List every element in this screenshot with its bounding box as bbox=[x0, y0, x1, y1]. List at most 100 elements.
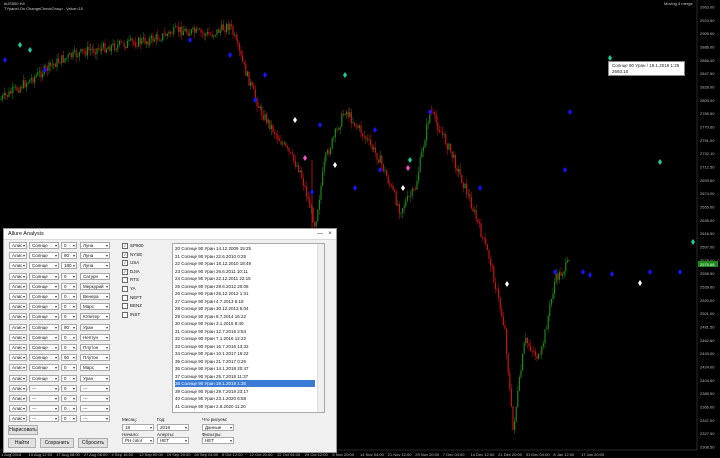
list-item[interactable]: 35 Солнце 90 Уран 21.7.2017 0:26 bbox=[175, 358, 315, 365]
filters-select[interactable]: НЕТ ▾ bbox=[202, 437, 234, 444]
angle-select[interactable]: 0 ▾ bbox=[61, 384, 77, 392]
checkbox-checked-icon[interactable]: ✓ bbox=[122, 251, 128, 258]
planet-b-select[interactable]: --- ▾ bbox=[80, 395, 110, 402]
planet-a-select[interactable]: Солнце ▾ bbox=[29, 344, 59, 351]
list-item[interactable]: 34 Солнце 90 Уран 10.1.2017 16:22 bbox=[175, 350, 315, 357]
aspect-type-select[interactable]: Алис ▾ bbox=[9, 282, 27, 290]
aspect-type-select[interactable]: Алис ▾ bbox=[9, 293, 27, 300]
list-item[interactable]: 21 Солнце 90 Уран 22.6.2010 0:25 bbox=[175, 253, 315, 260]
checkbox-empty-icon[interactable] bbox=[122, 294, 128, 301]
list-item[interactable]: 40 Солнце 90 Уран 23.1.2020 6:58 bbox=[175, 395, 315, 402]
angle-select[interactable]: 0 ▾ bbox=[61, 415, 77, 423]
planet-b-select[interactable]: --- ▾ bbox=[80, 415, 110, 423]
list-item-selected[interactable]: 38 Солнце 90 Уран 19.1.2019 1:35 bbox=[175, 380, 315, 387]
list-item[interactable]: 31 Солнце 90 Уран 12.7.2015 2:54 bbox=[175, 328, 315, 335]
planet-a-select[interactable]: Солнце ▾ bbox=[29, 262, 59, 270]
dialog-titlebar[interactable]: Allure Analysis — × bbox=[4, 229, 336, 240]
index-checkbox[interactable]: ✓ DJIA bbox=[122, 268, 140, 275]
index-checkbox[interactable]: ✓ SP500 bbox=[122, 243, 144, 249]
aspect-type-select[interactable]: Алис ▾ bbox=[9, 364, 27, 372]
save-button[interactable]: Сохранить bbox=[40, 438, 74, 448]
planet-b-select[interactable]: Плутон ▾ bbox=[80, 344, 110, 351]
aspect-type-select[interactable]: Алис ▾ bbox=[9, 252, 27, 260]
close-button[interactable]: × bbox=[326, 230, 334, 238]
angle-select[interactable]: 0 ▾ bbox=[61, 395, 77, 402]
aspect-type-select[interactable]: Алис ▾ bbox=[9, 333, 27, 341]
aspect-type-select[interactable]: Алис ▾ bbox=[9, 374, 27, 382]
list-item[interactable]: 23 Солнце 90 Уран 26.6.2011 10:11 bbox=[175, 268, 315, 275]
aspect-type-select[interactable]: Алис ▾ bbox=[9, 313, 27, 321]
list-item[interactable]: 22 Солнце 90 Уран 18.12.2010 18:49 bbox=[175, 260, 315, 267]
checkbox-empty-icon[interactable] bbox=[122, 303, 128, 310]
planet-b-select[interactable]: Меркурий ▾ bbox=[80, 282, 110, 290]
draw-button[interactable]: Нарисовать bbox=[8, 425, 38, 435]
planet-b-select[interactable]: Плутон ▾ bbox=[80, 354, 110, 362]
list-item[interactable]: 24 Солнце 90 Уран 22.12.2011 22:15 bbox=[175, 275, 315, 282]
angle-select[interactable]: 0 ▾ bbox=[61, 333, 77, 341]
list-item[interactable]: 30 Солнце 90 Уран 3.1.2015 8:40 bbox=[175, 320, 315, 327]
angle-select[interactable]: 90 ▾ bbox=[61, 252, 77, 260]
planet-a-select[interactable]: --- ▾ bbox=[29, 384, 59, 392]
aspect-type-select[interactable]: Алис ▾ bbox=[9, 384, 27, 392]
planet-b-select[interactable]: Нептун ▾ bbox=[80, 333, 110, 341]
list-item[interactable]: 27 Солнце 90 Уран 4.7.2013 6:18 bbox=[175, 298, 315, 305]
checkbox-checked-icon[interactable]: ✓ bbox=[122, 260, 128, 267]
checkbox-empty-icon[interactable] bbox=[122, 286, 128, 292]
planet-a-select[interactable]: Солнце ▾ bbox=[29, 293, 59, 300]
angle-select[interactable]: 0 ▾ bbox=[61, 405, 77, 413]
planet-b-select[interactable]: Юпитер ▾ bbox=[80, 313, 110, 321]
aspect-type-select[interactable]: Алис ▾ bbox=[9, 344, 27, 351]
planet-b-select[interactable]: Сатурн ▾ bbox=[80, 272, 110, 280]
angle-select[interactable]: 0 ▾ bbox=[61, 242, 77, 249]
index-checkbox[interactable]: ✓ NYSE bbox=[122, 251, 142, 258]
draw-select[interactable]: Данные ▾ bbox=[202, 424, 234, 431]
planet-a-select[interactable]: Солнце ▾ bbox=[29, 272, 59, 280]
index-checkbox[interactable]: BENZ bbox=[122, 303, 142, 310]
checkbox-checked-icon[interactable]: ✓ bbox=[122, 268, 128, 275]
checkbox-empty-icon[interactable] bbox=[122, 277, 128, 284]
list-scrollbar[interactable] bbox=[317, 244, 324, 412]
planet-a-select[interactable]: --- ▾ bbox=[29, 415, 59, 423]
planet-a-select[interactable]: Солнце ▾ bbox=[29, 333, 59, 341]
index-checkbox[interactable]: ✓ USA bbox=[122, 260, 139, 267]
angle-select[interactable]: 0 ▾ bbox=[61, 303, 77, 311]
angle-select[interactable]: 0 ▾ bbox=[61, 282, 77, 290]
planet-b-select[interactable]: Луна ▾ bbox=[80, 262, 110, 270]
angle-select[interactable]: 90 ▾ bbox=[61, 354, 77, 362]
planet-b-select[interactable]: Уран ▾ bbox=[80, 374, 110, 382]
reset-button[interactable]: Сбросить bbox=[78, 438, 108, 448]
aspect-type-select[interactable]: Алис ▾ bbox=[9, 303, 27, 311]
aspect-type-select[interactable]: Алис ▾ bbox=[9, 415, 27, 423]
planet-a-select[interactable]: Солнце ▾ bbox=[29, 374, 59, 382]
alerts-select[interactable]: НЕТ ▾ bbox=[157, 437, 189, 444]
list-item[interactable]: 37 Солнце 90 Уран 25.7.2018 11:37 bbox=[175, 373, 315, 380]
aspect-type-select[interactable]: Алис ▾ bbox=[9, 272, 27, 280]
index-checkbox[interactable]: YA bbox=[122, 286, 136, 292]
list-item[interactable]: 20 Солнце 90 Уран 14.12.2009 15:25 bbox=[175, 245, 315, 252]
list-item[interactable]: 41 Солнце 90 Уран 2.8.2020 11:20 bbox=[175, 403, 315, 410]
angle-select[interactable]: 0 ▾ bbox=[61, 293, 77, 300]
angle-select[interactable]: 180 ▾ bbox=[61, 262, 77, 270]
angle-select[interactable]: 0 ▾ bbox=[61, 272, 77, 280]
list-item[interactable]: 39 Солнце 90 Уран 29.7.2019 23:17 bbox=[175, 388, 315, 395]
planet-b-select[interactable]: Венера ▾ bbox=[80, 293, 110, 300]
minimize-button[interactable]: — bbox=[316, 230, 324, 238]
list-item[interactable]: 29 Солнце 90 Уран 8.7.2014 16:22 bbox=[175, 313, 315, 320]
planet-a-select[interactable]: Солнце ▾ bbox=[29, 323, 59, 331]
angle-select[interactable]: 0 ▾ bbox=[61, 364, 77, 372]
index-checkbox[interactable]: RTS bbox=[122, 277, 139, 284]
checkbox-checked-icon[interactable]: ✓ bbox=[122, 243, 128, 249]
aspect-type-select[interactable]: Алис ▾ bbox=[9, 395, 27, 402]
month-select[interactable]: 18 ▾ bbox=[122, 424, 154, 431]
planet-b-select[interactable]: --- ▾ bbox=[80, 384, 110, 392]
list-item[interactable]: 36 Солнце 90 Уран 14.1.2018 20:47 bbox=[175, 365, 315, 372]
planet-a-select[interactable]: Солнце ▾ bbox=[29, 364, 59, 372]
planet-b-select[interactable]: Марс ▾ bbox=[80, 303, 110, 311]
aspect-type-select[interactable]: Алис ▾ bbox=[9, 354, 27, 362]
planet-b-select[interactable]: Марс ▾ bbox=[80, 364, 110, 372]
angle-select[interactable]: 0 ▾ bbox=[61, 313, 77, 321]
list-item[interactable]: 32 Солнце 90 Уран 7.1.2016 12:22 bbox=[175, 335, 315, 342]
planet-b-select[interactable]: Уран ▾ bbox=[80, 323, 110, 331]
aspect-type-select[interactable]: Алис ▾ bbox=[9, 323, 27, 331]
planet-b-select[interactable]: Луна ▾ bbox=[80, 252, 110, 260]
